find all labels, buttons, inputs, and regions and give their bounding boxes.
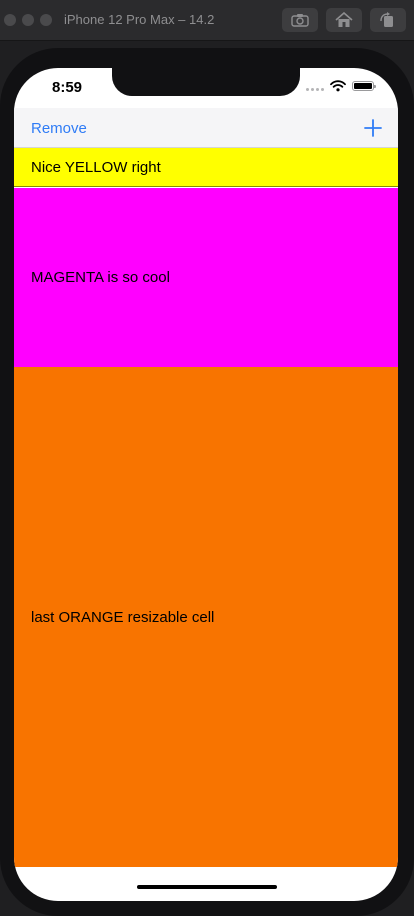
cell-label: Nice YELLOW right (31, 158, 161, 176)
window-zoom-button[interactable] (40, 14, 52, 26)
navigation-bar: Remove (14, 108, 398, 148)
home-indicator[interactable] (137, 885, 277, 889)
screenshot-button[interactable] (282, 8, 318, 32)
status-icons (306, 80, 376, 92)
remove-button[interactable]: Remove (31, 120, 87, 137)
cell-label: last ORANGE resizable cell (31, 608, 215, 626)
plus-icon (364, 119, 382, 137)
table-cell-orange[interactable]: last ORANGE resizable cell (14, 367, 398, 867)
simulator-title-bar: iPhone 12 Pro Max – 14.2 (0, 0, 414, 41)
battery-icon (352, 81, 376, 91)
status-time: 8:59 (52, 79, 83, 96)
wifi-icon (330, 80, 346, 92)
window-close-button[interactable] (4, 14, 16, 26)
signal-icon (306, 81, 324, 91)
simulator-title: iPhone 12 Pro Max – 14.2 (64, 12, 215, 27)
phone-screen: 8:59 Remove Nice YELLOW right MAGENTA is… (14, 68, 398, 901)
cell-label: MAGENTA is so cool (31, 269, 170, 286)
home-button[interactable] (326, 8, 362, 32)
rotate-icon (380, 12, 393, 27)
table-cell-magenta[interactable]: MAGENTA is so cool (14, 188, 398, 367)
window-minimize-button[interactable] (22, 14, 34, 26)
home-icon (335, 12, 353, 27)
device-notch (112, 68, 300, 96)
table-cell-yellow[interactable]: Nice YELLOW right (14, 148, 398, 187)
screenshot-icon (291, 14, 309, 27)
rotate-button[interactable] (370, 8, 406, 32)
add-button[interactable] (362, 117, 384, 139)
